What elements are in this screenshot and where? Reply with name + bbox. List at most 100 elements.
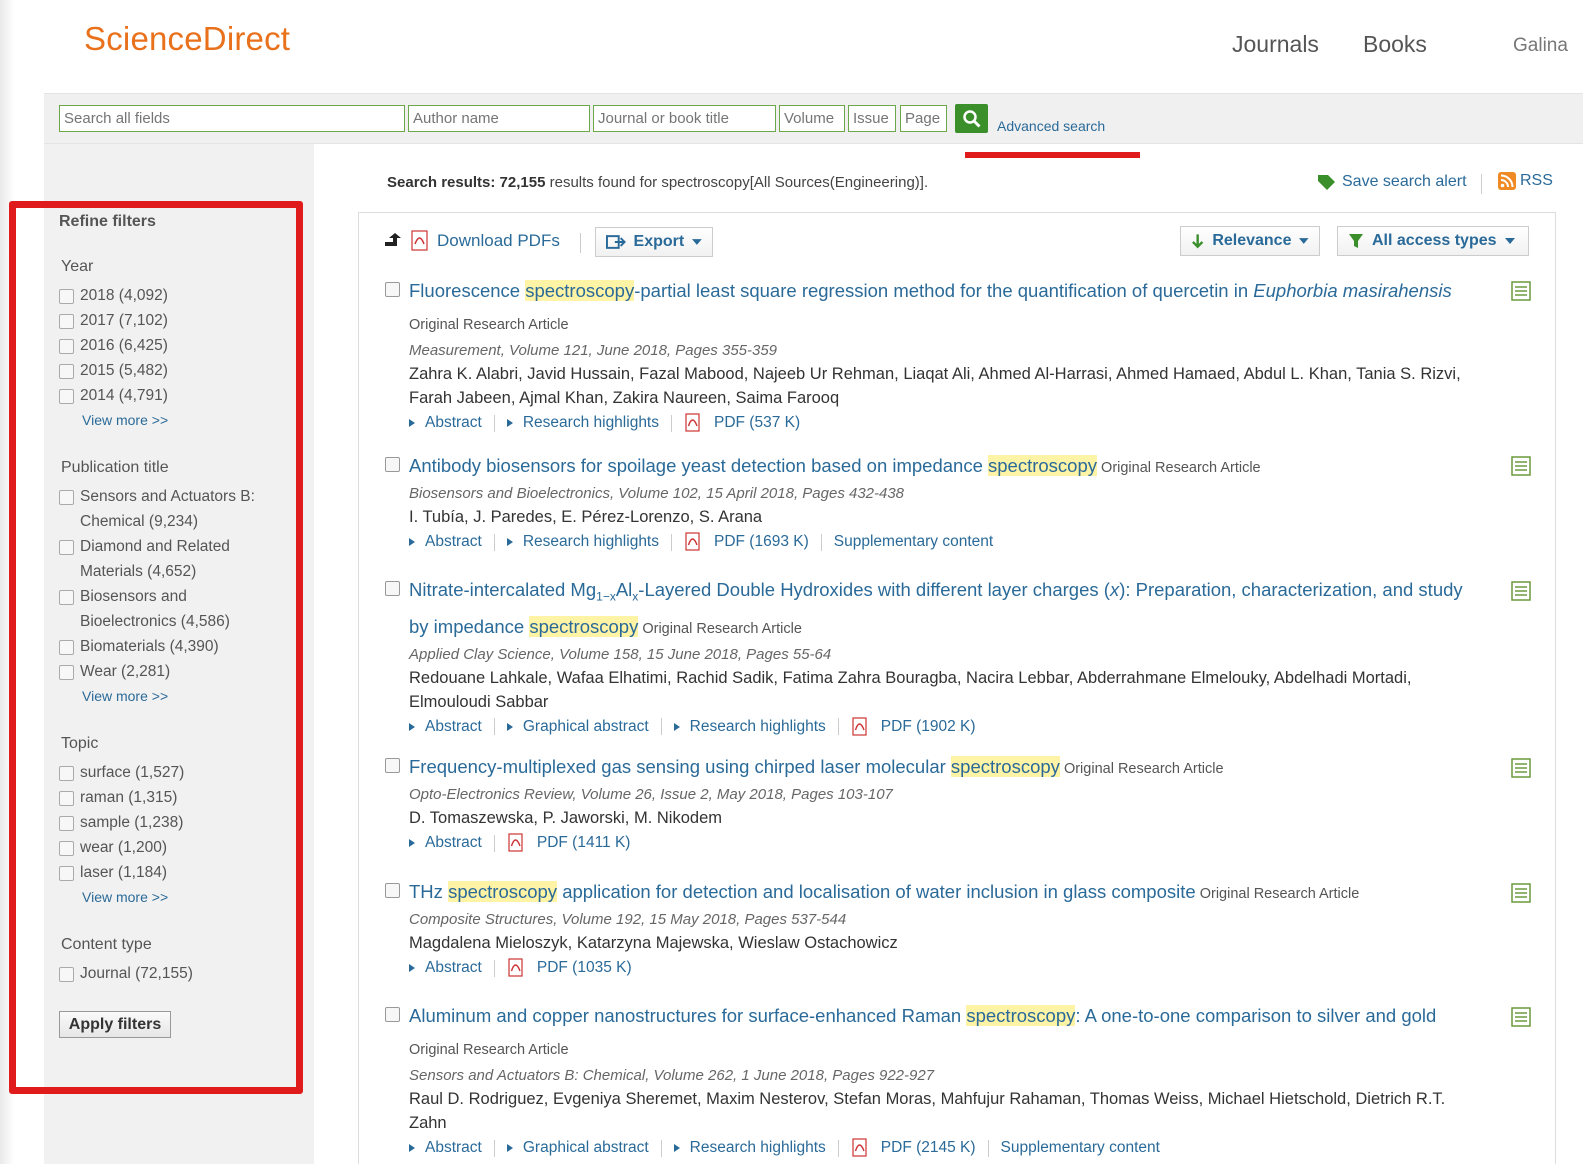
checkbox[interactable]: [59, 389, 74, 404]
access-types-dropdown[interactable]: All access types: [1337, 226, 1529, 256]
graphical-abstract-link[interactable]: Graphical abstract: [506, 1135, 649, 1161]
year-view-more-link[interactable]: View more >>: [82, 412, 168, 428]
graphical-abstract-link[interactable]: Graphical abstract: [506, 714, 649, 740]
filter-year[interactable]: 2016 (6,425): [59, 337, 299, 358]
result-checkbox[interactable]: [385, 282, 400, 297]
supplementary-content-link[interactable]: Supplementary content: [1001, 1135, 1160, 1161]
pdf-link[interactable]: PDF (1693 K): [684, 529, 809, 555]
filter-topic[interactable]: sample (1,238): [59, 814, 299, 835]
filter-publication[interactable]: Sensors and Actuators B: Chemical (9,234): [59, 488, 299, 534]
result-title-link[interactable]: Aluminum and copper nanostructures for s…: [409, 1001, 1479, 1065]
journal-input[interactable]: [593, 105, 776, 132]
page-input[interactable]: [900, 105, 947, 132]
result-checkbox[interactable]: [385, 457, 400, 472]
search-button[interactable]: [955, 104, 988, 133]
filter-year[interactable]: 2017 (7,102): [59, 312, 299, 333]
download-pdfs-button[interactable]: Download PDFs: [385, 230, 560, 252]
document-preview-icon[interactable]: [1511, 456, 1531, 476]
filter-publication[interactable]: Biomaterials (4,390): [59, 638, 299, 659]
research-highlights-link[interactable]: Research highlights: [506, 529, 659, 555]
result-title-link[interactable]: Fluorescence spectroscopy-partial least …: [409, 276, 1479, 340]
rss-link[interactable]: RSS: [1498, 172, 1553, 190]
checkbox[interactable]: [59, 540, 74, 555]
volume-input[interactable]: [779, 105, 845, 132]
checkbox[interactable]: [59, 339, 74, 354]
search-all-fields-input[interactable]: [59, 105, 405, 132]
author-input[interactable]: [408, 105, 590, 132]
checkbox[interactable]: [59, 866, 74, 881]
expand-triangle-icon: [409, 1144, 415, 1152]
document-preview-icon[interactable]: [1511, 1007, 1531, 1027]
advanced-search-link[interactable]: Advanced search: [997, 118, 1105, 134]
export-button[interactable]: Export: [595, 227, 713, 257]
result-checkbox[interactable]: [385, 758, 400, 773]
topic-view-more-link[interactable]: View more >>: [82, 889, 168, 905]
research-highlights-link[interactable]: Research highlights: [673, 1135, 826, 1161]
checkbox[interactable]: [59, 289, 74, 304]
highlight-term: spectroscopy: [950, 756, 1060, 777]
checkbox[interactable]: [59, 665, 74, 680]
filter-topic[interactable]: laser (1,184): [59, 864, 299, 885]
checkbox[interactable]: [59, 841, 74, 856]
checkbox[interactable]: [59, 590, 74, 605]
document-preview-icon[interactable]: [1511, 758, 1531, 778]
result-title-link[interactable]: Frequency-multiplexed gas sensing using …: [409, 752, 1479, 784]
filter-content-type[interactable]: Journal (72,155): [59, 965, 299, 986]
article-type: Original Research Article: [409, 1042, 569, 1058]
result-checkbox[interactable]: [385, 883, 400, 898]
result-checkbox[interactable]: [385, 1007, 400, 1022]
checkbox[interactable]: [59, 490, 74, 505]
filter-publication[interactable]: Biosensors and Bioelectronics (4,586): [59, 588, 299, 634]
pdf-link[interactable]: PDF (537 K): [684, 410, 800, 436]
issue-input[interactable]: [848, 105, 896, 132]
result-title-link[interactable]: THz spectroscopy application for detecti…: [409, 877, 1479, 909]
result-checkbox[interactable]: [385, 581, 400, 596]
nav-user[interactable]: Galina: [1513, 35, 1568, 57]
filter-topic[interactable]: wear (1,200): [59, 839, 299, 860]
title-text: Frequency-multiplexed gas sensing using …: [409, 756, 951, 777]
research-highlights-link[interactable]: Research highlights: [673, 714, 826, 740]
document-preview-icon[interactable]: [1511, 281, 1531, 301]
save-search-alert[interactable]: Save search alert: [1316, 172, 1467, 192]
checkbox[interactable]: [59, 364, 74, 379]
document-preview-icon[interactable]: [1511, 581, 1531, 601]
abstract-link[interactable]: Abstract: [409, 830, 482, 856]
filter-year[interactable]: 2018 (4,092): [59, 287, 299, 308]
filter-topic[interactable]: raman (1,315): [59, 789, 299, 810]
page-edge: [0, 0, 14, 1164]
filter-year[interactable]: 2014 (4,791): [59, 387, 299, 408]
research-highlights-link[interactable]: Research highlights: [506, 410, 659, 436]
abstract-link[interactable]: Abstract: [409, 1135, 482, 1161]
sort-relevance-dropdown[interactable]: Relevance: [1180, 226, 1320, 256]
checkbox[interactable]: [59, 791, 74, 806]
abstract-link[interactable]: Abstract: [409, 955, 482, 981]
checkbox[interactable]: [59, 640, 74, 655]
nav-books[interactable]: Books: [1363, 31, 1427, 58]
checkbox[interactable]: [59, 816, 74, 831]
filter-publication[interactable]: Wear (2,281): [59, 663, 299, 684]
publication-view-more-link[interactable]: View more >>: [82, 688, 168, 704]
filter-publication[interactable]: Diamond and Related Materials (4,652): [59, 538, 299, 584]
checkbox[interactable]: [59, 967, 74, 982]
abstract-link[interactable]: Abstract: [409, 714, 482, 740]
nav-journals[interactable]: Journals: [1232, 31, 1319, 58]
filter-year[interactable]: 2015 (5,482): [59, 362, 299, 383]
pdf-link[interactable]: PDF (1035 K): [507, 955, 632, 981]
document-preview-icon[interactable]: [1511, 883, 1531, 903]
pdf-link[interactable]: PDF (1902 K): [851, 714, 976, 740]
checkbox[interactable]: [59, 766, 74, 781]
checkbox[interactable]: [59, 314, 74, 329]
abstract-link[interactable]: Abstract: [409, 410, 482, 436]
pdf-link[interactable]: PDF (2145 K): [851, 1135, 976, 1161]
result-source: Measurement, Volume 121, June 2018, Page…: [409, 342, 778, 359]
result-title-link[interactable]: Nitrate-intercalated Mg1−xAl x-Layered Do…: [409, 575, 1479, 644]
caret-down-icon: [1504, 238, 1515, 244]
apply-filters-button[interactable]: Apply filters: [59, 1011, 171, 1038]
supplementary-content-link[interactable]: Supplementary content: [834, 529, 993, 555]
result-title-link[interactable]: Antibody biosensors for spoilage yeast d…: [409, 451, 1479, 483]
pdf-link[interactable]: PDF (1411 K): [507, 830, 630, 856]
logo[interactable]: ScienceDirect: [84, 20, 290, 58]
filter-topic[interactable]: surface (1,527): [59, 764, 299, 785]
link-label: PDF (1693 K): [714, 533, 809, 550]
abstract-link[interactable]: Abstract: [409, 529, 482, 555]
